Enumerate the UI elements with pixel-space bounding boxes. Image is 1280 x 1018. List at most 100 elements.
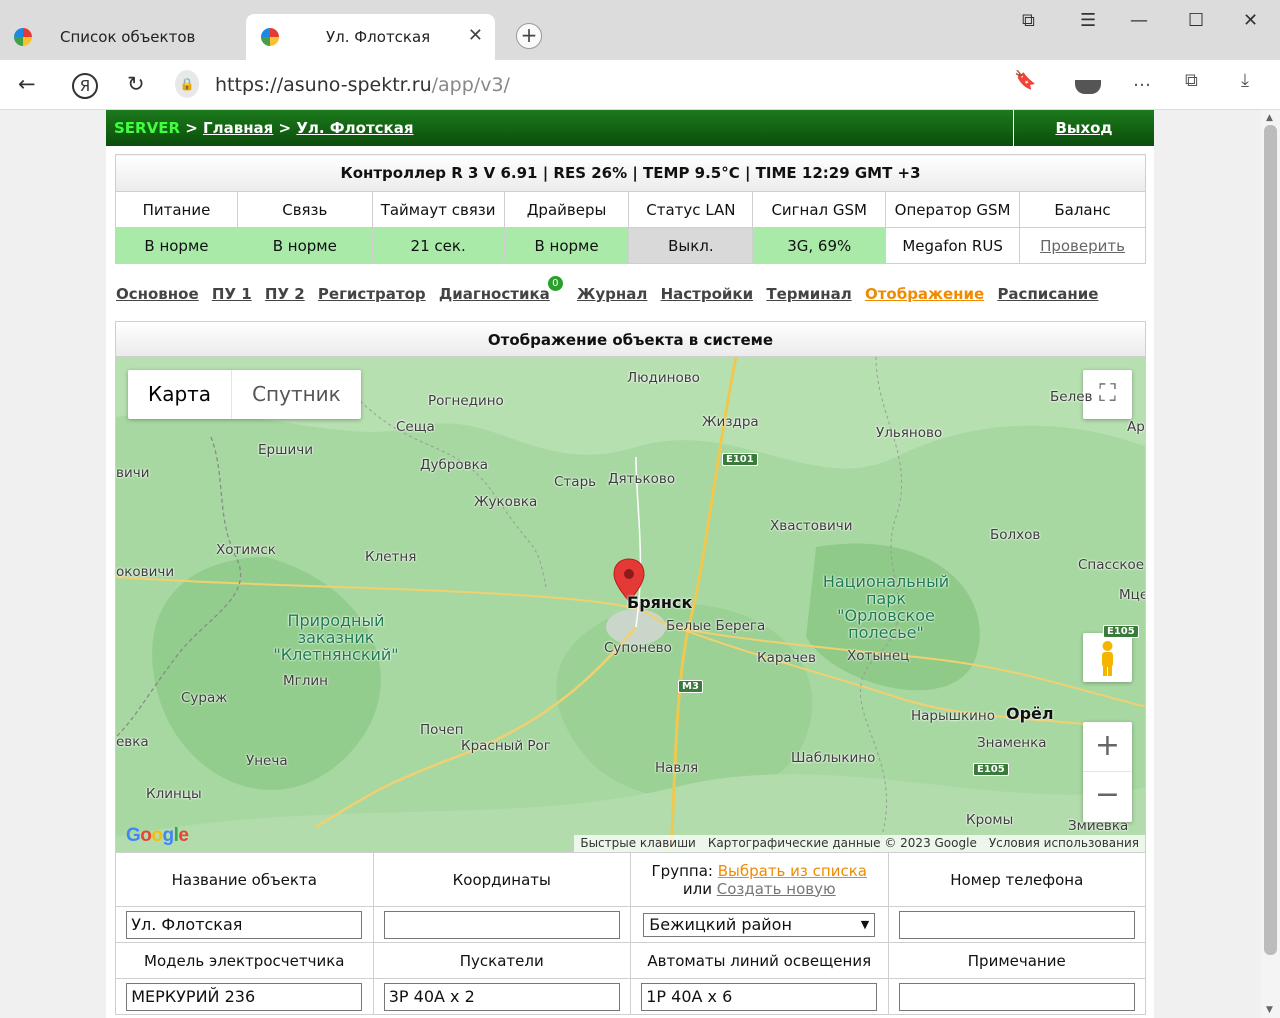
close-window-icon[interactable]: ✕ [1243,10,1258,31]
site-favicon-icon [261,28,279,46]
coordinates-input[interactable] [383,910,620,939]
group-or: или [682,879,717,898]
bookmark-icon[interactable]: 🔖 [1014,70,1036,91]
group-select[interactable]: Бежицкий район ▼ [643,912,876,937]
lan-status: Выкл. [628,227,754,264]
breakers-cell: 1Р 40А х 6 [630,978,889,1015]
meter-model-input[interactable]: МЕРКУРИЙ 236 [126,982,363,1011]
url-field[interactable]: https://asuno-spektr.ru/app/v3/ [215,74,510,96]
map-place-label: Змиевка [1068,818,1129,834]
extensions-icon[interactable]: ⧉ [1185,70,1198,91]
download-icon[interactable]: ⤓ [1241,70,1249,91]
road-shield: E105 [1103,625,1139,638]
keyboard-shortcuts-link[interactable]: Быстрые клавиши [574,835,702,852]
google-logo[interactable]: Google [126,825,189,847]
map-reserve-label: Природный заказник "Клетнянский" [273,611,399,664]
phone-input[interactable] [898,910,1135,939]
lock-icon[interactable]: 🔒 [175,70,199,98]
map-city-label: Брянск [627,593,693,612]
tab-pu1[interactable]: ПУ 1 [212,285,252,303]
tab-pu2[interactable]: ПУ 2 [265,285,305,303]
page-scrollbar[interactable]: ▲ ▼ [1261,110,1280,1018]
gsm-operator: Megafon RUS [885,227,1021,264]
close-tab-icon[interactable]: ✕ [468,25,483,46]
power-status: В норме [115,227,238,264]
map-place-label: Дубровка [420,457,489,473]
map-place-label: вичи [116,465,150,481]
maximize-icon[interactable]: ☐ [1188,10,1204,31]
new-tab-icon[interactable]: + [516,23,542,49]
object-form: Название объекта Координаты Группа: Выбр… [115,852,1146,1015]
reload-icon[interactable]: ↻ [127,72,145,96]
scroll-up-icon[interactable]: ▲ [1266,113,1273,123]
status-header: Сигнал GSM [752,191,887,228]
tab-terminal[interactable]: Терминал [766,285,851,303]
scrollbar-thumb[interactable] [1264,125,1277,955]
map-park-label: Национальный парк "Орловское полесье" [822,572,950,642]
group-prefix: Группа: [651,861,718,880]
map-type-satellite-button[interactable]: Спутник [231,370,361,419]
chevron-down-icon: ▼ [860,917,870,931]
starters-input[interactable]: 3Р 40А х 2 [383,982,620,1011]
map-place-label: Хотынец [847,648,910,664]
back-icon[interactable]: ← [18,72,36,96]
zoom-in-icon[interactable]: + [1083,722,1132,772]
map-city-label: Орёл [1006,704,1054,723]
site-favicon-icon [14,28,32,46]
object-name-input[interactable]: Ул. Флотская [126,910,363,939]
tab-display[interactable]: Отображение [865,285,984,303]
more-icon[interactable]: … [1133,70,1151,91]
collections-icon[interactable]: ⧉ [1022,10,1035,31]
tab-main[interactable]: Основное [116,285,199,303]
create-group-link[interactable]: Создать новую [717,880,836,898]
protect-icon[interactable] [1075,80,1101,94]
breakers-label: Автоматы линий освещения [630,942,889,979]
breadcrumb-home-link[interactable]: Главная [203,119,273,137]
map-place-label: Болхов [990,527,1041,543]
map-place-label: Сеща [396,419,435,435]
meter-cell: МЕРКУРИЙ 236 [115,978,374,1015]
map-place-label: Белые Берега [666,618,766,634]
timeout-status: 21 сек. [371,227,505,264]
check-balance-link[interactable]: Проверить [1040,237,1125,255]
note-input[interactable] [898,982,1135,1011]
breakers-input[interactable]: 1Р 40А х 6 [641,982,878,1011]
tab-settings[interactable]: Настройки [661,285,754,303]
zoom-out-icon[interactable]: − [1083,772,1132,822]
exit-link[interactable]: Выход [1055,119,1112,137]
coords-cell [372,906,631,943]
group-select-value: Бежицкий район [649,914,792,934]
note-label: Примечание [887,942,1146,979]
map-place-label: Знаменка [977,735,1047,751]
map-place-label: Рогнедино [428,393,504,409]
tab-schedule[interactable]: Расписание [997,285,1098,303]
pegman-icon[interactable] [1083,633,1132,682]
menu-icon[interactable]: ☰ [1080,10,1096,31]
controller-status-table: Контроллер R 3 V 6.91 | RES 26% | TEMP 9… [115,154,1146,264]
breadcrumb-object-link[interactable]: Ул. Флотская [296,119,413,137]
map-place-label: Сураж [181,690,228,706]
top-nav-bar: SERVER > Главная > Ул. Флотская Выход [106,110,1154,146]
google-map[interactable]: Карта Спутник ⛶ + − Людиново Рогнедино С… [115,357,1146,852]
terms-link[interactable]: Условия использования [983,835,1145,852]
road-shield: E101 [722,453,758,466]
map-place-label: Почеп [420,722,464,738]
minimize-icon[interactable]: — [1130,10,1148,31]
tab-objects-list[interactable]: Список объектов [0,14,246,60]
tab-diagnostics[interactable]: Диагностика 0 [439,276,563,303]
status-header: Драйверы [503,191,630,228]
yandex-icon[interactable]: Я [72,73,98,99]
map-type-map-button[interactable]: Карта [128,370,231,419]
status-header: Связь [236,191,373,228]
tab-registrar[interactable]: Регистратор [318,285,426,303]
map-place-label: Клетня [365,549,417,565]
pick-group-link[interactable]: Выбрать из списка [718,862,867,880]
breadcrumb: SERVER > Главная > Ул. Флотская [114,119,414,137]
tab-current-object[interactable]: Ул. Флотская ✕ [246,14,495,60]
status-header: Статус LAN [628,191,754,228]
scroll-down-icon[interactable]: ▼ [1266,1005,1273,1015]
map-place-label: Навля [655,760,699,776]
tab-journal[interactable]: Журнал [577,285,647,303]
map-place-label: Спасское [1078,557,1145,573]
map-place-label: Ульяново [876,425,943,441]
